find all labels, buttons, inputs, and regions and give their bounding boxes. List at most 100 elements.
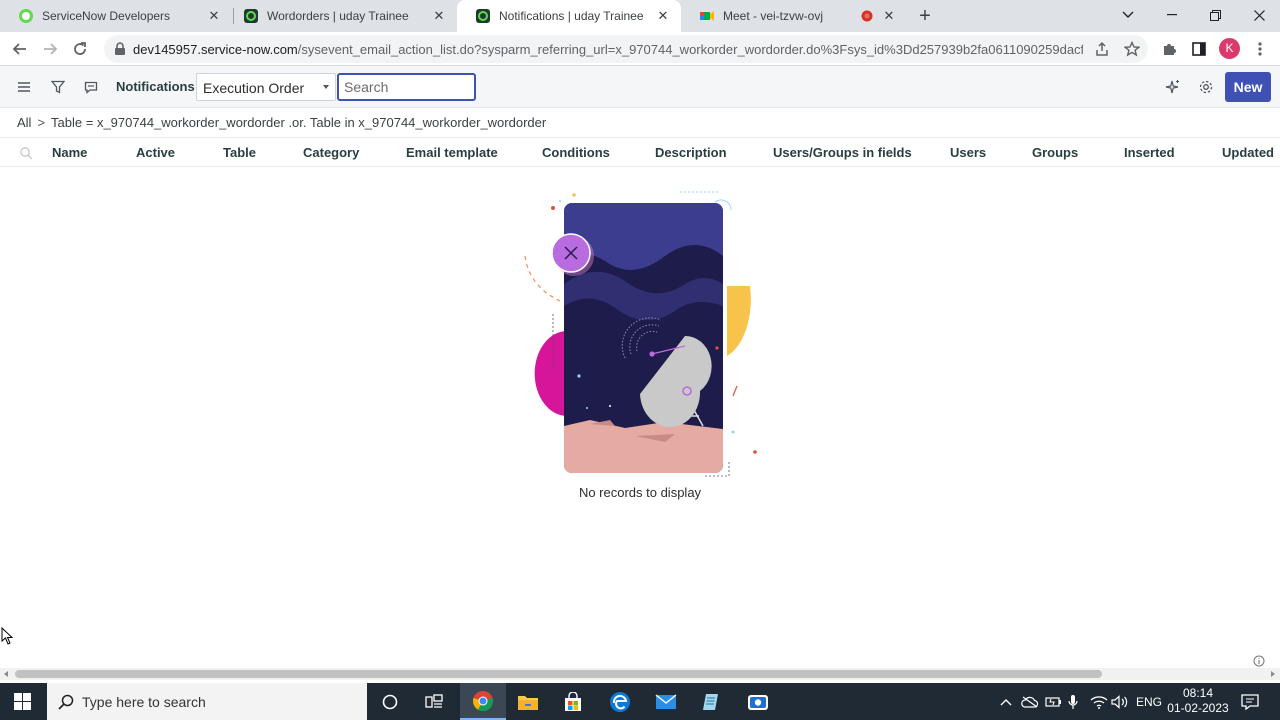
search-field-select[interactable]: Execution Order [196,73,336,101]
tab-title: ServiceNow Developers [42,9,171,23]
windows-taskbar: Type here to search ENG 08:14 01-02-2023 [0,683,1280,720]
column-header-name[interactable]: Name [52,145,87,160]
bookmark-star-icon[interactable] [1124,41,1140,57]
clock-time: 08:14 [1182,686,1214,700]
browser-tab-meet[interactable]: Meet - vei-tzvw-ovj ✕ [681,0,907,32]
list-actions-comment-icon[interactable] [82,78,100,96]
back-arrow-icon[interactable] [8,37,32,61]
list-search-input[interactable] [337,73,476,101]
tab-title: Notifications | uday Trainee [499,9,644,23]
browser-tab-servicenow-developers[interactable]: ServiceNow Developers ✕ [0,0,232,32]
scroll-left-arrow-icon[interactable] [4,671,8,677]
taskbar-capture-app-icon[interactable] [735,683,781,720]
column-header-active[interactable]: Active [136,145,175,160]
extensions-puzzle-icon[interactable] [1157,37,1181,61]
profile-avatar[interactable]: K [1219,38,1240,59]
wifi-icon[interactable] [1090,683,1108,720]
task-view-icon[interactable] [411,683,457,720]
column-header-users[interactable]: Users [950,145,986,160]
column-header-email-template[interactable]: Email template [406,145,498,160]
taskbar-store-icon[interactable] [550,683,596,720]
taskbar-edge-icon[interactable] [597,683,643,720]
selected-field-value: Execution Order [203,80,305,96]
taskbar-file-explorer-icon[interactable] [505,683,551,720]
breadcrumb: All > Table = x_970744_workorder_wordorder… [17,115,546,130]
recording-indicator-icon [861,10,873,22]
taskbar-mail-icon[interactable] [643,683,689,720]
tab-search-chevron-icon[interactable] [1106,0,1150,30]
filter-funnel-icon[interactable] [49,78,67,96]
scroll-right-arrow-icon[interactable] [1271,671,1275,677]
info-circle-icon[interactable] [1253,655,1265,667]
onedrive-cloud-icon[interactable] [1021,683,1039,720]
taskbar-search-icon [58,694,74,710]
browser-toolbar: dev145957.service-now.com/sysevent_email… [0,32,1280,66]
address-bar[interactable]: dev145957.service-now.com/sysevent_email… [104,35,1148,63]
browser-tab-wordorders[interactable]: Wordorders | uday Trainee ✕ [225,0,457,32]
power-plug-icon[interactable] [1045,683,1063,720]
empty-state-message: No records to display [578,485,702,500]
new-record-button[interactable]: New [1225,72,1271,102]
reload-icon[interactable] [68,37,92,61]
column-header-inserted[interactable]: Inserted [1124,145,1175,160]
browser-tab-strip: ServiceNow Developers ✕ Wordorders | uda… [0,0,1280,32]
column-header-category[interactable]: Category [303,145,359,160]
tab-close-icon[interactable]: ✕ [881,8,897,24]
mouse-cursor-icon [1,627,13,645]
microphone-icon[interactable] [1068,683,1078,720]
volume-speaker-icon[interactable] [1111,683,1129,720]
list-title: Notifications [116,79,195,94]
servicenow-favicon-icon [19,9,33,23]
lock-icon [115,42,125,55]
column-header-conditions[interactable]: Conditions [542,145,610,160]
taskbar-search-placeholder: Type here to search [82,694,206,710]
taskbar-chrome-icon[interactable] [460,683,506,720]
taskbar-clock[interactable]: 08:14 01-02-2023 [1160,686,1236,716]
column-header-users-groups-in-fields[interactable]: Users/Groups in fields [773,145,912,160]
column-header-updated[interactable]: Updated [1222,145,1274,160]
servicenow-app-favicon-icon [244,9,258,23]
taskbar-notepad-icon[interactable] [688,683,734,720]
column-header-description[interactable]: Description [655,145,727,160]
breadcrumb-condition-link[interactable]: Table = x_970744_workorder_wordorder .or… [51,115,546,130]
url-text: dev145957.service-now.com/sysevent_email… [133,42,1083,57]
column-header-row: Name Active Table Category Email templat… [0,137,1280,167]
minimize-icon[interactable] [1150,0,1194,30]
list-header: Notifications Execution Order New [0,66,1280,108]
column-search-magnifier-icon[interactable] [19,146,33,160]
horizontal-scrollbar[interactable] [0,668,1280,680]
new-tab-button[interactable]: + [914,6,936,26]
breadcrumb-root-link[interactable]: All [17,115,31,130]
clock-date: 01-02-2023 [1167,701,1229,715]
browser-menu-kebab-icon[interactable] [1248,37,1272,61]
no-records-satellite-illustration [524,191,757,477]
tab-close-icon[interactable]: ✕ [206,8,222,24]
cortana-circle-icon[interactable] [367,683,413,720]
forward-arrow-icon[interactable] [38,37,62,61]
scrollbar-thumb[interactable] [15,670,1102,678]
sparkle-assist-icon[interactable] [1164,78,1182,96]
column-header-table[interactable]: Table [223,145,256,160]
url-host: dev145957.service-now.com [133,42,298,57]
side-panel-icon[interactable] [1187,37,1211,61]
column-header-groups[interactable]: Groups [1032,145,1078,160]
restore-icon[interactable] [1193,0,1237,30]
servicenow-app-favicon-icon [476,9,490,23]
show-hidden-icons-chevron-icon[interactable] [1000,683,1012,720]
select-caret-icon [323,85,329,89]
url-path: /sysevent_email_action_list.do?sysparm_r… [297,42,1083,57]
window-close-icon[interactable] [1237,0,1280,30]
taskbar-search-box[interactable]: Type here to search [47,683,367,720]
notification-center-icon[interactable] [1241,683,1259,720]
google-meet-favicon-icon [700,11,714,21]
tab-title: Wordorders | uday Trainee [267,9,409,23]
tab-close-icon[interactable]: ✕ [431,8,447,24]
list-menu-hamburger-icon[interactable] [15,78,33,96]
share-icon[interactable] [1094,41,1110,57]
tab-close-icon[interactable]: ✕ [655,8,671,24]
tab-title: Meet - vei-tzvw-ovj [723,9,824,23]
windows-start-icon[interactable] [14,693,31,710]
input-language-indicator[interactable]: ENG [1136,683,1162,720]
browser-tab-notifications[interactable]: Notifications | uday Trainee ✕ [457,0,681,32]
list-settings-gear-icon[interactable] [1197,78,1215,96]
